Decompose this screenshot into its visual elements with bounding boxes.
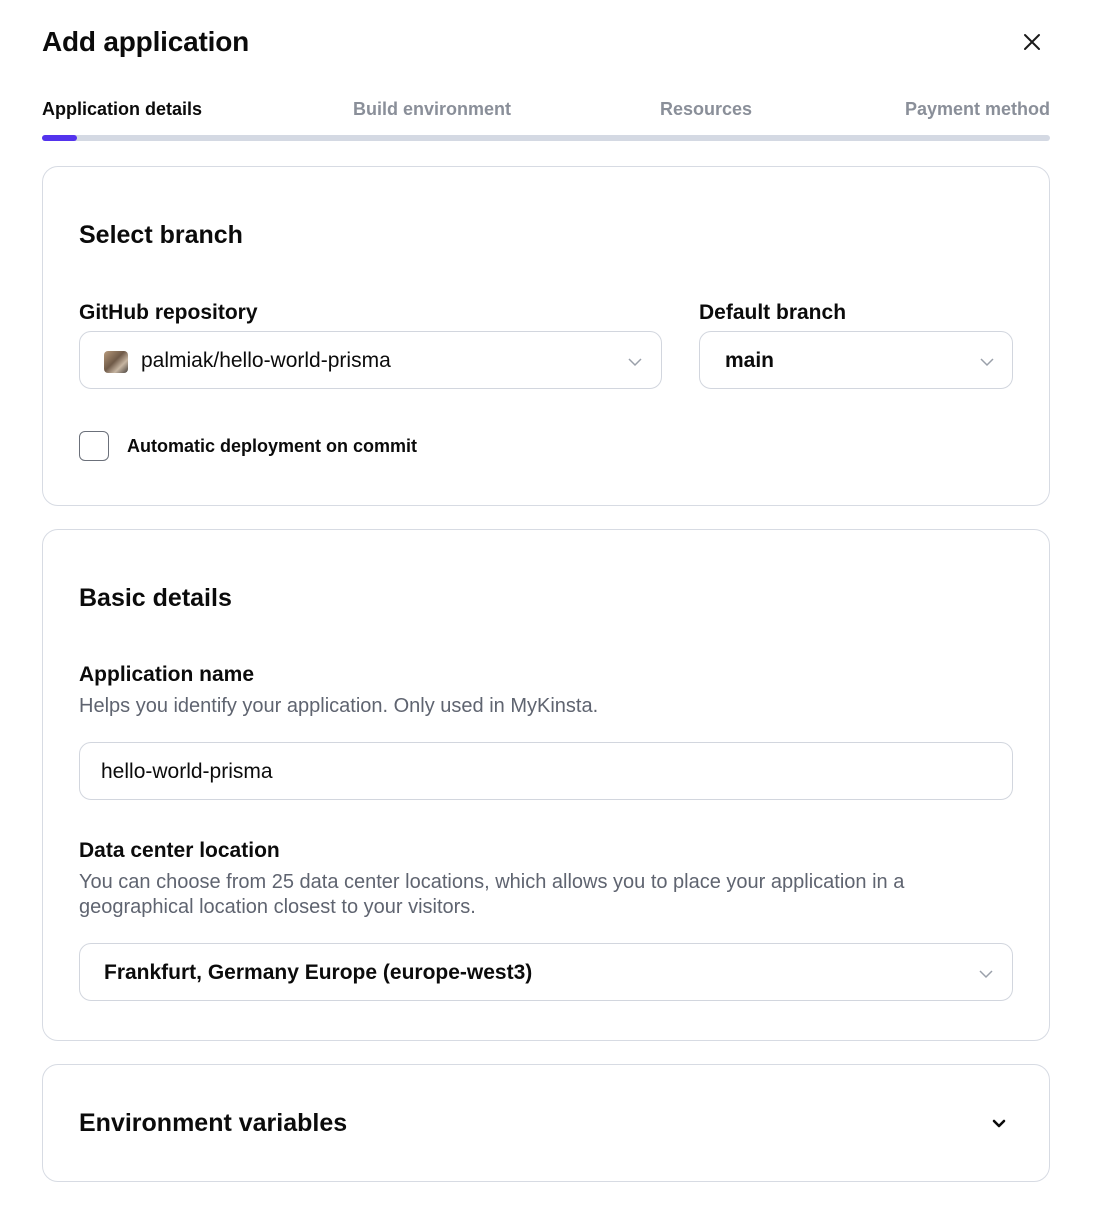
repo-owner-avatar (104, 351, 128, 373)
data-center-location-help: You can choose from 25 data center locat… (79, 871, 905, 918)
default-branch-label: Default branch (699, 301, 847, 324)
chevron-down-icon (628, 358, 642, 367)
stepper-progress-track (42, 135, 1050, 141)
close-icon (1024, 34, 1040, 50)
auto-deploy-label[interactable]: Automatic deployment on commit (127, 436, 417, 457)
application-name-label: Application name (79, 663, 255, 686)
close-button[interactable] (1016, 26, 1048, 58)
default-branch-select[interactable]: main (699, 331, 1013, 389)
default-branch-value: main (725, 349, 775, 372)
data-center-location-value: Frankfurt, Germany Europe (europe-west3) (104, 961, 533, 984)
step-payment-method[interactable]: Payment method (905, 99, 1050, 120)
environment-variables-card[interactable]: Environment variables (42, 1064, 1050, 1182)
step-resources[interactable]: Resources (660, 99, 752, 120)
stepper: Application details Build environment Re… (42, 99, 1050, 119)
step-application-details[interactable]: Application details (42, 99, 202, 120)
application-name-help: Helps you identify your application. Onl… (79, 695, 599, 717)
basic-details-title: Basic details (79, 584, 232, 612)
environment-variables-title: Environment variables (79, 1109, 348, 1137)
application-name-value: hello-world-prisma (101, 760, 273, 783)
basic-details-card: Basic details Application name Helps you… (42, 529, 1050, 1041)
environment-variables-toggle[interactable] (987, 1112, 1011, 1136)
chevron-down-icon (980, 358, 994, 367)
page-title: Add application (42, 26, 250, 57)
application-name-input[interactable]: hello-world-prisma (79, 742, 1013, 800)
github-repository-value: palmiak/hello-world-prisma (141, 349, 391, 372)
data-center-location-label: Data center location (79, 839, 280, 862)
github-repository-label: GitHub repository (79, 301, 258, 324)
step-build-environment[interactable]: Build environment (353, 99, 511, 120)
data-center-location-select[interactable]: Frankfurt, Germany Europe (europe-west3) (79, 943, 1013, 1001)
select-branch-card: Select branch GitHub repository palmiak/… (42, 166, 1050, 506)
select-branch-title: Select branch (79, 221, 243, 249)
stepper-progress-fill (42, 135, 78, 141)
chevron-down-icon (979, 970, 993, 979)
auto-deploy-checkbox[interactable] (79, 431, 109, 461)
chevron-down-icon (992, 1119, 1006, 1128)
github-repository-select[interactable]: palmiak/hello-world-prisma (79, 331, 662, 389)
